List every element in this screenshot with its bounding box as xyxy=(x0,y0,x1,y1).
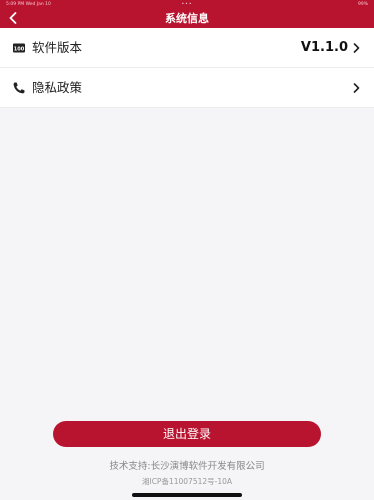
status-date: Wed Jan 10 xyxy=(25,2,51,7)
tech-support-text: 技术支持:长沙演博软件开发有限公司 xyxy=(109,461,265,472)
home-indicator xyxy=(132,493,242,497)
page-title: 系统信息 xyxy=(165,12,209,25)
list-item-privacy-policy[interactable]: 隐私政策 xyxy=(0,68,374,108)
logout-button[interactable]: 退出登录 xyxy=(53,421,321,447)
version-badge-icon: 100 xyxy=(13,43,25,53)
svg-text:100: 100 xyxy=(14,46,25,52)
chevron-right-icon xyxy=(353,83,360,93)
status-time: 5:09 PM xyxy=(6,2,25,7)
list-item-label: 软件版本 xyxy=(32,40,83,55)
icp-license-link[interactable]: 湘ICP备11007512号-10A xyxy=(0,476,374,487)
status-time-date: 5:09 PM Wed Jan 10 xyxy=(6,0,51,9)
status-bar: 5:09 PM Wed Jan 10 ••• 99% xyxy=(0,0,374,9)
phone-icon xyxy=(13,82,25,94)
list-item-software-version[interactable]: 100 软件版本 V1.1.0 xyxy=(0,28,374,68)
status-dots: ••• xyxy=(181,2,193,7)
navigation-bar: 系统信息 xyxy=(0,9,374,28)
chevron-right-icon xyxy=(353,43,360,53)
settings-list: 100 软件版本 V1.1.0 隐私政策 xyxy=(0,28,374,108)
list-item-label: 隐私政策 xyxy=(32,80,83,95)
status-battery: 99% xyxy=(357,2,368,7)
version-value: V1.1.0 xyxy=(300,40,348,55)
